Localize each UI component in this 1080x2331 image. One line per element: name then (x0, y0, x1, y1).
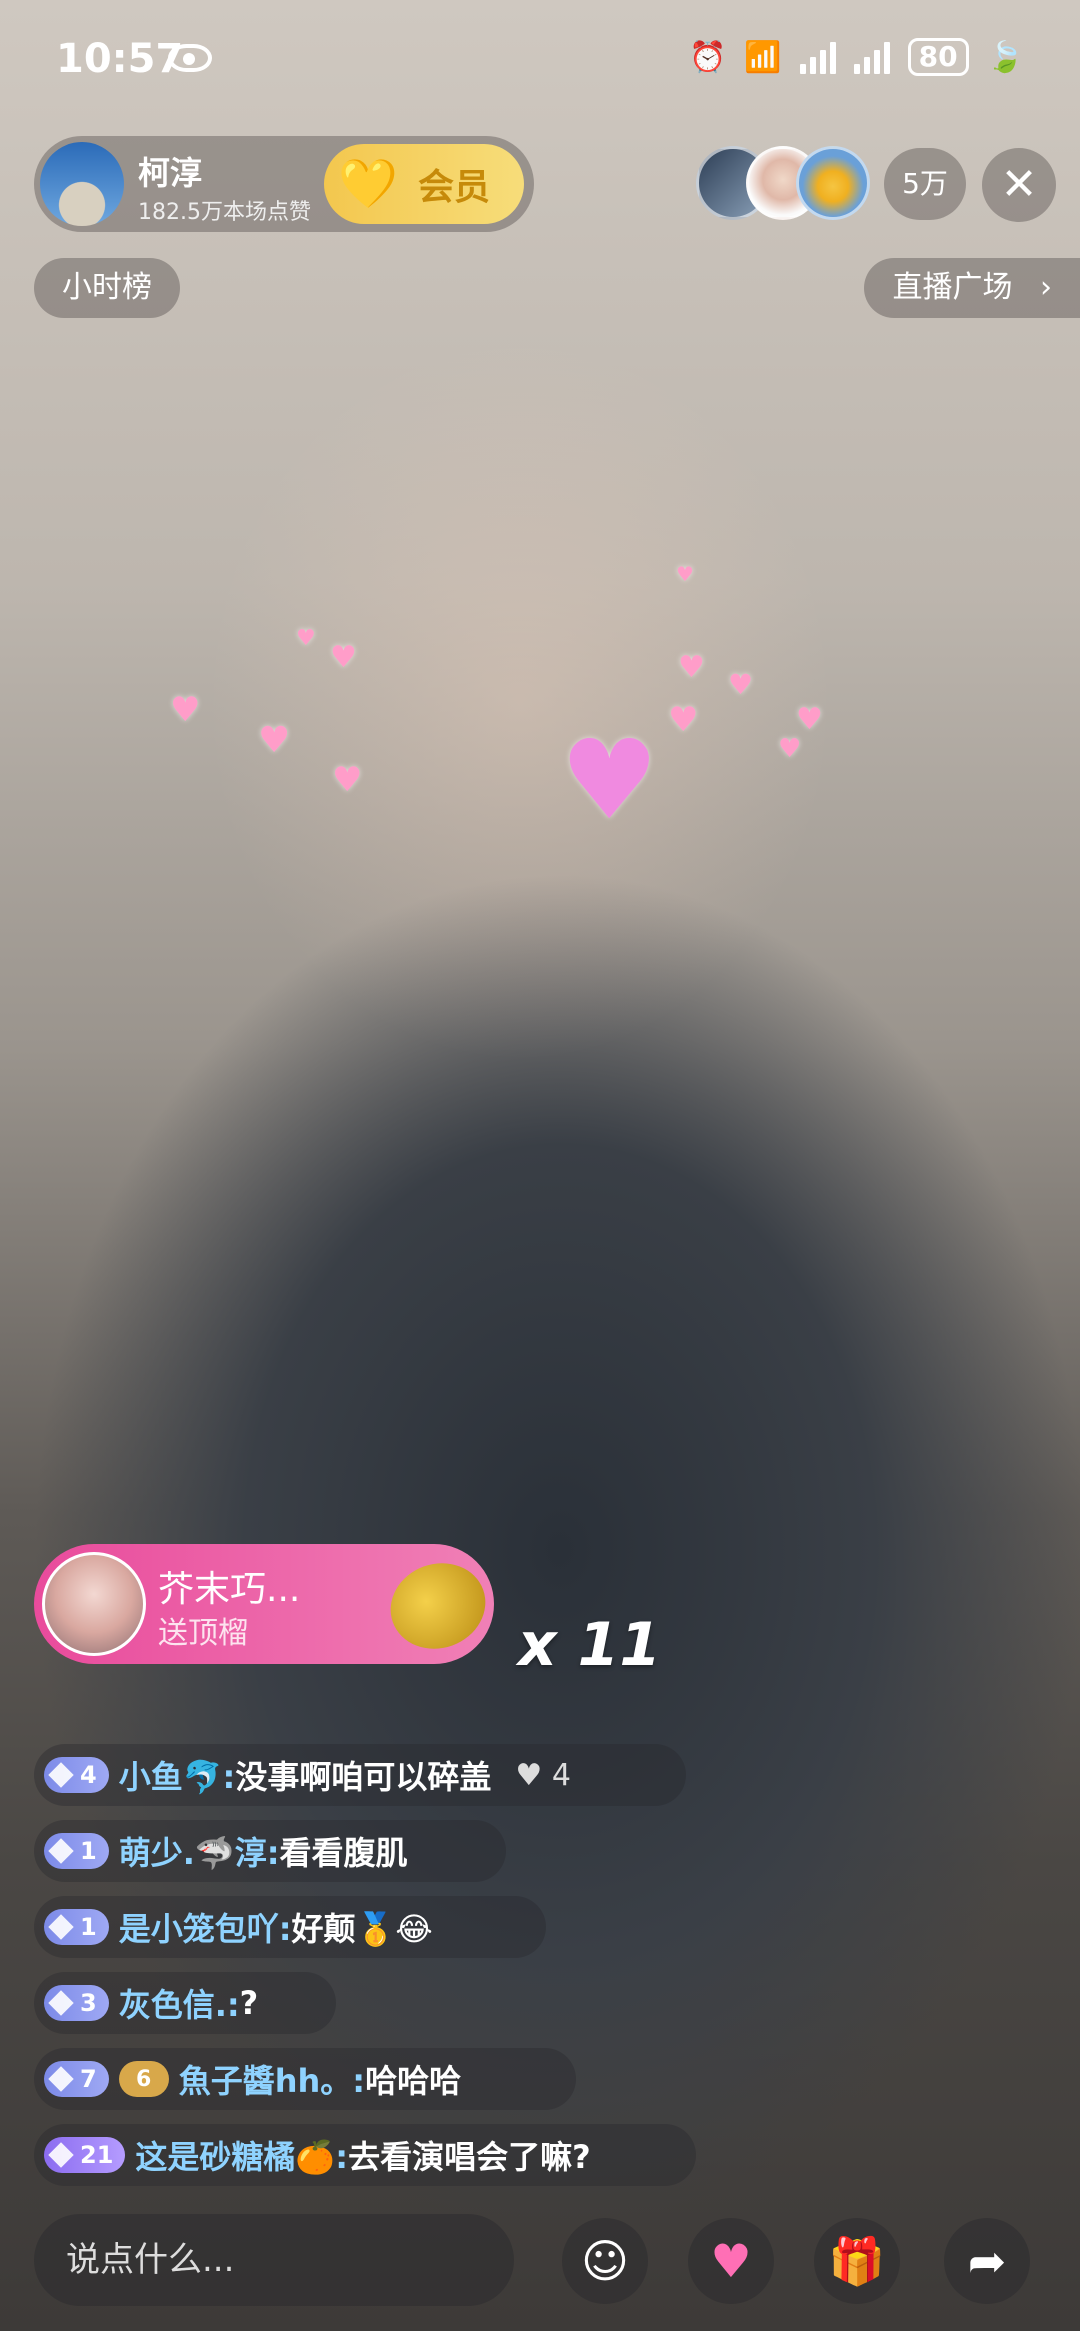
heart-icon: ♥ (330, 640, 357, 675)
level-badge: 21 (44, 2137, 126, 2173)
comment-text: 没事啊咱可以碎盖 (235, 1758, 492, 1796)
level-badge: 7 (44, 2061, 109, 2097)
chevron-right-icon: › (1040, 270, 1052, 305)
vip-label: 会员 (418, 167, 491, 208)
status-bar: 10:57 ⏰ 📶 80 🍃 (0, 0, 1080, 120)
signal-icon (799, 40, 836, 74)
comment-item[interactable]: 7 6 魚子醬hh。: 哈哈哈 (34, 2048, 576, 2110)
comment-text: 看看腹肌 (279, 1834, 408, 1872)
close-icon: ✕ (1000, 159, 1038, 210)
heart-icon: ♥ (515, 1757, 552, 1793)
comment-item[interactable]: 1 萌少.🦈淳: 看看腹肌 (34, 1820, 506, 1882)
live-plaza-label: 直播广场 (892, 270, 1013, 305)
diamond-icon (48, 2066, 74, 2092)
comment-likes: ♥ 4 (515, 1757, 571, 1793)
heart-icon: ♥ (676, 562, 694, 586)
level-badge: 3 (44, 1985, 109, 2021)
battery-indicator: 80 (907, 38, 969, 76)
heart-icon: ♥ (332, 760, 363, 800)
comment-item[interactable]: 3 灰色信.: ? (34, 1972, 336, 2034)
hourly-rank-button[interactable]: 小时榜 (34, 258, 180, 318)
bottom-bar: 说点什么... ☺ ♥ 🎁 ➦ (0, 2214, 1080, 2314)
comment-user[interactable]: 魚子醬hh。: (179, 2056, 365, 2102)
gift-notification: 芥末巧... 送顶榴 (34, 1544, 498, 1664)
gift-description: 送顶榴 (158, 1616, 248, 1651)
comment-user[interactable]: 萌少.🦈淳: (119, 1828, 280, 1874)
share-icon: ➦ (967, 2234, 1007, 2288)
heart-icon: ♥ (796, 702, 823, 737)
gift-sender-name: 芥末巧... (158, 1569, 301, 1610)
level-badge: 1 (44, 1909, 109, 1945)
heart-like-button[interactable]: ♥ (688, 2218, 774, 2304)
comment-item[interactable]: 1 是小笼包吖: 好颠🥇😂 (34, 1896, 546, 1958)
anchor-likes: 182.5万本场点赞 (138, 200, 311, 225)
comment-user[interactable]: 是小笼包吖: (119, 1904, 292, 1950)
close-button[interactable]: ✕ (982, 148, 1056, 222)
heart-icon: ♥ (560, 716, 659, 844)
status-icons: ⏰ 📶 80 🍃 (689, 38, 1024, 76)
eye-icon (168, 44, 212, 72)
heart-icon: ♥ (258, 720, 291, 761)
heart-icon: ♥ (170, 690, 201, 730)
heart-icon: ♥ (668, 700, 699, 740)
level-badge: 1 (44, 1833, 109, 1869)
signal-icon (853, 40, 890, 74)
gift-button[interactable]: 🎁 (814, 2218, 900, 2304)
durian-gift-icon (378, 1550, 498, 1662)
comment-user[interactable]: 小鱼🐬: (119, 1752, 236, 1798)
avatar[interactable] (796, 146, 870, 220)
gift-icon: 🎁 (828, 2234, 886, 2288)
comment-item[interactable]: 21 这是砂糖橘🍊: 去看演唱会了嘛? (34, 2124, 696, 2186)
comment-text: 好颠🥇😂 (291, 1910, 433, 1948)
diamond-icon (48, 1914, 74, 1940)
planet-heart-icon: ♥ (710, 2234, 752, 2288)
share-button[interactable]: ➦ (944, 2218, 1030, 2304)
heart-icon: ♥ (728, 668, 754, 701)
anchor-name: 柯淳 (138, 154, 203, 192)
gift-sender-avatar (42, 1552, 146, 1656)
heart-icon: ♥ (296, 626, 316, 651)
heart-icon: ♥ (678, 650, 705, 685)
level-badge: 4 (44, 1757, 109, 1793)
diamond-icon (48, 1990, 74, 2016)
viewer-avatars[interactable] (696, 146, 872, 222)
comment-input[interactable]: 说点什么... (34, 2214, 514, 2306)
comment-user[interactable]: 这是砂糖橘🍊: (135, 2132, 348, 2178)
vip-button[interactable]: 💛 会员 (324, 144, 524, 224)
comment-text: 去看演唱会了嘛? (348, 2138, 591, 2176)
emoji-button[interactable]: ☺ (562, 2218, 648, 2304)
comment-item[interactable]: 4 小鱼🐬: 没事啊咱可以碎盖 ♥ 4 (34, 1744, 686, 1806)
anchor-info[interactable]: 柯淳 182.5万本场点赞 💛 会员 (34, 136, 534, 232)
status-time: 10:57 (56, 36, 184, 82)
leaf-icon: 🍃 (986, 39, 1024, 75)
diamond-icon (48, 1838, 74, 1864)
diamond-icon (48, 1762, 74, 1788)
live-plaza-button[interactable]: 直播广场 › (864, 258, 1080, 318)
heart-icon: ♥ (778, 734, 802, 764)
gift-combo-count: x 11 (518, 1610, 662, 1680)
comment-text: 哈哈哈 (365, 2062, 462, 2100)
emoji-icon: ☺ (581, 2234, 629, 2288)
hexagon-icon (48, 2142, 74, 2168)
fan-badge: 6 (118, 2061, 169, 2097)
heart-plus-icon: 💛 (338, 156, 398, 212)
comment-text: ? (239, 1984, 259, 2022)
comment-user[interactable]: 灰色信.: (119, 1980, 240, 2026)
alarm-icon: ⏰ (688, 39, 727, 75)
wifi-icon: 📶 (744, 39, 782, 75)
comment-list[interactable]: 4 小鱼🐬: 没事啊咱可以碎盖 ♥ 4 1 萌少.🦈淳: 看看腹肌 1 是小笼包… (34, 1744, 696, 2200)
viewer-count[interactable]: 5万 (884, 148, 966, 220)
anchor-avatar[interactable] (40, 142, 124, 226)
